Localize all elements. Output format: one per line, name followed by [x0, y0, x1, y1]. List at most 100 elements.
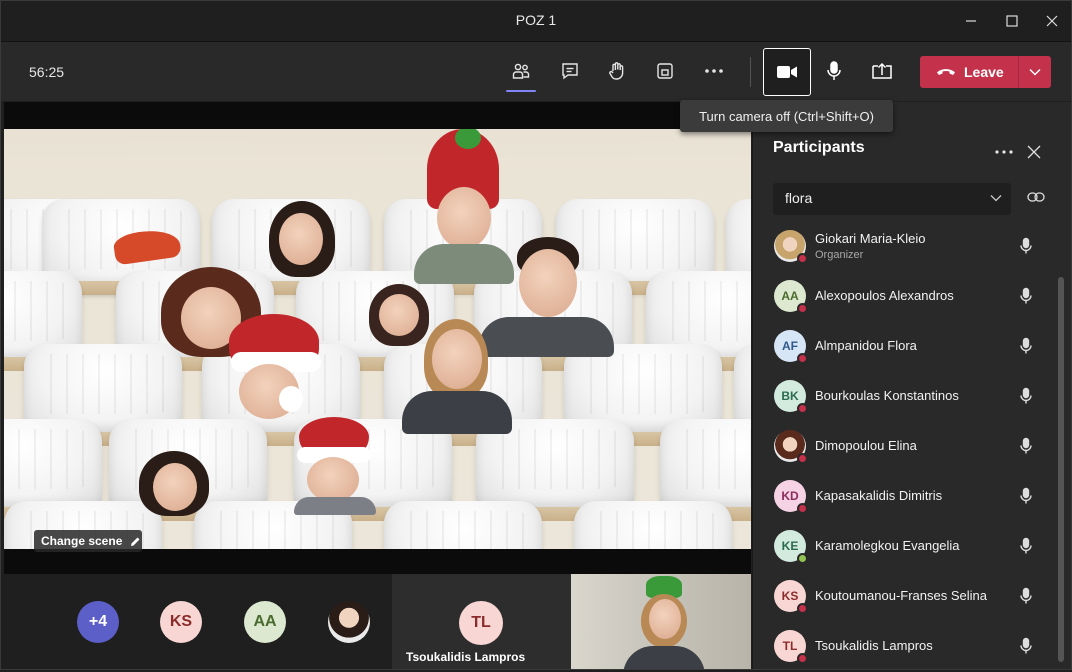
meeting-stage — [4, 102, 751, 574]
meeting-timer: 56:25 — [29, 64, 65, 80]
microphone-icon — [1020, 587, 1032, 604]
participant-name: Kapasakalidis Dimitris — [815, 488, 943, 503]
more-icon — [705, 69, 723, 73]
participant-mic-status — [1019, 237, 1033, 260]
leave-button-group: Leave — [920, 56, 1051, 88]
camera-tooltip: Turn camera off (Ctrl+Shift+O) — [680, 100, 893, 132]
change-scene-button[interactable]: Change scene — [34, 530, 142, 552]
pencil-icon — [131, 537, 140, 546]
share-content-button[interactable] — [865, 54, 899, 88]
participant-row[interactable]: KE Karamolegkou Evangelia — [753, 522, 1058, 572]
chevron-down-icon — [1029, 68, 1041, 76]
participants-panel: Participants flora Giokari Maria-Kleio O… — [752, 102, 1071, 669]
participant-avatar: TL — [774, 630, 808, 664]
show-conversation-button[interactable] — [553, 54, 587, 88]
leave-button[interactable]: Leave — [920, 56, 1018, 88]
participant-row[interactable]: KD Kapasakalidis Dimitris — [753, 472, 1058, 522]
leave-label: Leave — [964, 64, 1004, 80]
breakout-rooms-icon — [657, 63, 673, 79]
gallery-active-tile[interactable]: TL Tsoukalidis Lampros — [392, 574, 571, 669]
participant-avatar: AA — [774, 280, 808, 314]
tile-name: Tsoukalidis Lampros — [406, 650, 526, 664]
status-indicator — [797, 353, 808, 364]
participant-avatar: KD — [774, 480, 808, 514]
show-participants-button[interactable] — [504, 54, 538, 92]
meeting-toolbar: 56:25 Leave — [1, 41, 1071, 101]
participant-row[interactable]: AF Almpanidou Flora — [753, 322, 1058, 372]
overflow-participants-button[interactable]: +4 — [77, 601, 119, 643]
participant-photo-avatar — [774, 230, 808, 264]
title-bar: POZ 1 — [1, 1, 1071, 41]
microphone-toggle-button[interactable] — [817, 54, 851, 88]
gallery-photo-avatar[interactable] — [328, 601, 370, 643]
participant-video-figure — [112, 226, 184, 286]
share-invite-button[interactable] — [1027, 190, 1045, 209]
participant-video-figure — [259, 201, 344, 281]
participant-list-scrollbar[interactable] — [1058, 277, 1064, 662]
more-icon — [995, 150, 1013, 154]
participant-mic-status — [1019, 287, 1033, 310]
participant-row[interactable]: AA Alexopoulos Alexandros — [753, 272, 1058, 322]
microphone-icon — [1020, 337, 1032, 354]
participant-name: Koutoumanou-Franses Selina — [815, 588, 987, 603]
panel-more-options-button[interactable] — [993, 142, 1017, 162]
participant-mic-status — [1019, 637, 1033, 660]
participant-avatar: AF — [774, 330, 808, 364]
close-icon — [1027, 145, 1041, 159]
hang-up-icon — [937, 69, 955, 75]
share-screen-icon — [872, 62, 892, 79]
microphone-icon — [1020, 387, 1032, 404]
close-window-button[interactable] — [1040, 9, 1064, 33]
close-panel-button[interactable] — [1027, 142, 1047, 162]
status-indicator — [797, 303, 808, 314]
participant-role: Organizer — [815, 249, 864, 261]
teams-meeting-window: POZ 1 56:25 Leave Turn camera off (Ctrl+… — [0, 0, 1072, 670]
participant-video-figure — [209, 314, 339, 429]
microphone-icon — [1020, 287, 1032, 304]
window-title: POZ 1 — [515, 12, 557, 28]
leave-options-button[interactable] — [1019, 56, 1051, 88]
status-indicator — [797, 503, 808, 514]
status-indicator — [797, 553, 808, 564]
search-value: flora — [785, 190, 813, 206]
maximize-button[interactable] — [1000, 9, 1024, 33]
participant-row[interactable]: Dimopoulou Elina — [753, 422, 1058, 472]
self-video-preview[interactable] — [571, 574, 751, 669]
participant-name: Karamolegkou Evangelia — [815, 538, 960, 553]
minimize-button[interactable] — [959, 9, 983, 33]
participant-avatar: BK — [774, 380, 808, 414]
tile-avatar: TL — [459, 601, 503, 645]
participant-row[interactable]: BK Bourkoulas Konstantinos — [753, 372, 1058, 422]
toolbar-divider — [750, 57, 751, 87]
body-shape — [623, 646, 705, 669]
participant-photo-avatar — [774, 430, 808, 464]
raise-hand-button[interactable] — [600, 54, 634, 88]
video-camera-icon — [777, 66, 797, 78]
participant-row[interactable]: Giokari Maria-Kleio Organizer — [753, 222, 1058, 272]
participant-search-input[interactable]: flora — [773, 183, 1011, 215]
status-indicator — [797, 603, 808, 614]
participant-mic-status — [1019, 587, 1033, 610]
participant-mic-status — [1019, 337, 1033, 360]
gallery-avatar[interactable]: KS — [160, 601, 202, 643]
breakout-rooms-button[interactable] — [648, 54, 682, 88]
microphone-icon — [1020, 487, 1032, 504]
participant-video-figure — [289, 417, 379, 515]
more-actions-button[interactable] — [697, 54, 731, 88]
gallery-avatar[interactable]: AA — [244, 601, 286, 643]
participant-name: Alexopoulos Alexandros — [815, 288, 954, 303]
participant-name: Bourkoulas Konstantinos — [815, 388, 959, 403]
participant-name: Almpanidou Flora — [815, 338, 917, 353]
participant-row[interactable]: TL Tsoukalidis Lampros — [753, 622, 1058, 672]
participant-avatar: KE — [774, 530, 808, 564]
face-shape — [649, 599, 681, 639]
microphone-icon — [827, 61, 841, 80]
microphone-icon — [1020, 537, 1032, 554]
participant-mic-status — [1019, 437, 1033, 460]
status-indicator — [797, 403, 808, 414]
participant-row[interactable]: KS Koutoumanou-Franses Selina — [753, 572, 1058, 622]
video-gallery-strip: +4 KS AA TL Tsoukalidis Lampros — [4, 574, 751, 669]
participant-video-figure — [402, 319, 512, 434]
microphone-icon — [1020, 437, 1032, 454]
camera-toggle-button[interactable] — [763, 48, 811, 96]
